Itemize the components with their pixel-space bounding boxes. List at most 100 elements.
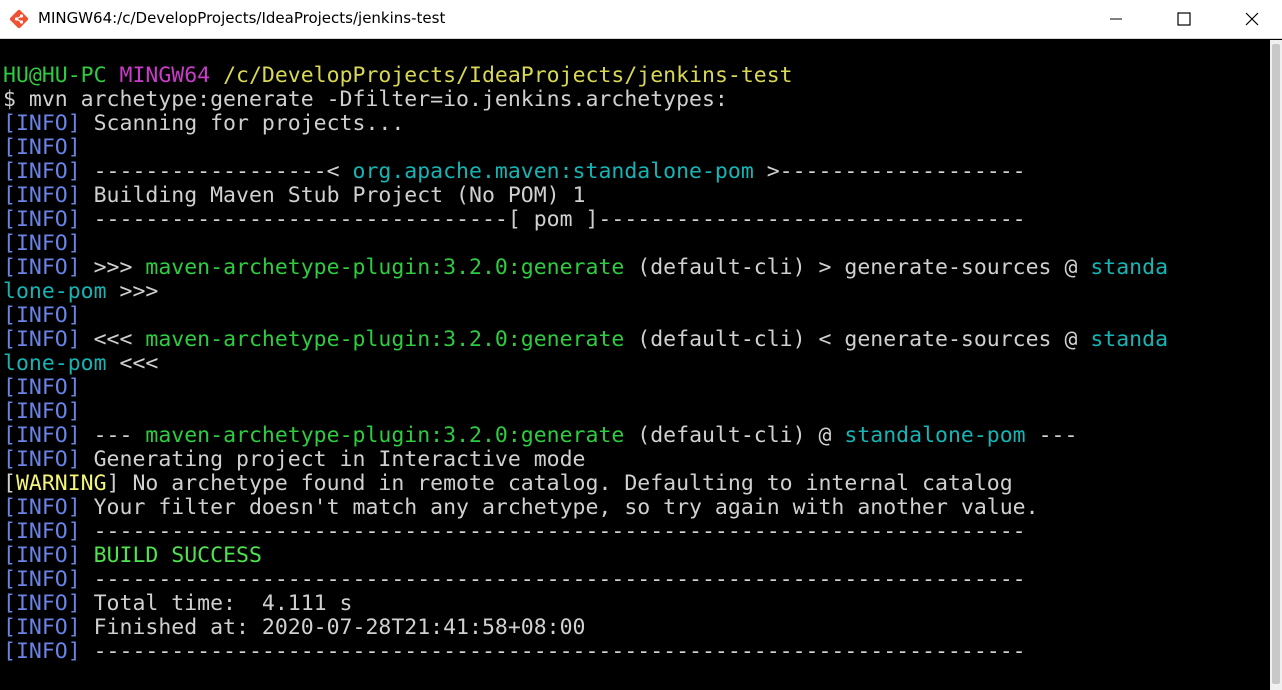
terminal-text-segment: ] No archetype found in remote catalog. … [106,471,1013,496]
terminal-text-segment: >------------------- [753,159,1026,184]
terminal-text-segment: Building Maven Stub Project (No POM) 1 [80,183,586,208]
terminal-text-segment: <<< [106,351,159,376]
terminal-line: lone-pom <<< [3,352,1168,376]
terminal-line: [INFO] [3,136,1168,160]
terminal-lines: HU@HU-PC MINGW64 /c/DevelopProjects/Idea… [3,64,1168,664]
vertical-scrollbar[interactable] [1270,40,1282,690]
terminal-text-segment: /c/DevelopProjects/IdeaProjects/jenkins-… [223,63,793,88]
terminal-text-segment: [INFO] [3,591,81,616]
close-icon [1245,12,1259,26]
terminal-text-segment: [INFO] [3,159,81,184]
terminal-text-segment: maven-archetype-plugin:3.2.0:generate [145,327,625,352]
minimize-button[interactable] [1091,0,1141,38]
terminal-text-segment: [INFO] [3,111,81,136]
terminal-text-segment: [INFO] [3,135,81,160]
terminal-line: [INFO] ---------------------------------… [3,520,1168,544]
terminal-text-segment: standa [1090,327,1169,352]
close-button[interactable] [1227,0,1277,38]
terminal-line: [WARNING] No archetype found in remote c… [3,472,1168,496]
terminal-line: [INFO] >>> maven-archetype-plugin:3.2.0:… [3,256,1168,280]
terminal-text-segment: Finished at: 2020-07-28T21:41:58+08:00 [80,615,586,640]
terminal-text-segment: <<< [80,327,146,352]
terminal-text-segment: [INFO] [3,519,81,544]
terminal-line: lone-pom >>> [3,280,1168,304]
terminal-text-segment: ----------------------------------------… [80,519,1026,544]
git-bash-icon [9,9,29,29]
terminal-text-segment: Your filter doesn't match any archetype,… [80,495,1039,520]
terminal-text-segment: (default-cli) < generate-sources @ [624,327,1091,352]
terminal-text-segment: standalone-pom [844,423,1026,448]
terminal-text-segment: [INFO] [3,423,81,448]
terminal-line: [INFO] Scanning for projects... [3,112,1168,136]
title-bar[interactable]: MINGW64:/c/DevelopProjects/IdeaProjects/… [0,0,1282,39]
terminal-text-segment: [INFO] [3,375,81,400]
terminal-line: [INFO] [3,232,1168,256]
terminal-text-segment: $ mvn archetype:generate -Dfilter=io.jen… [3,87,728,112]
terminal-text-segment: [INFO] [3,447,81,472]
terminal-text-segment: Generating project in Interactive mode [80,447,586,472]
terminal-text-segment: [INFO] [3,543,81,568]
terminal-text-segment: [ [3,471,16,496]
terminal-text-segment: ------------------< [80,159,353,184]
terminal-text-segment: --- [80,423,146,448]
terminal-text-segment: standa [1090,255,1169,280]
terminal-text-segment: [INFO] [3,567,81,592]
terminal-line: [INFO] [3,376,1168,400]
maximize-icon [1177,12,1191,26]
terminal-text-segment: >>> [80,255,146,280]
scrollbar-thumb[interactable] [1272,44,1280,684]
terminal-text-segment: [INFO] [3,615,81,640]
terminal-text-segment: BUILD SUCCESS [93,543,262,568]
minimize-icon [1110,13,1122,25]
terminal-line: [INFO] ---------------------------------… [3,640,1168,664]
terminal-line: HU@HU-PC MINGW64 /c/DevelopProjects/Idea… [3,64,1168,88]
terminal-text-segment: (default-cli) @ [624,423,845,448]
terminal-line: [INFO] <<< maven-archetype-plugin:3.2.0:… [3,328,1168,352]
terminal-line: $ mvn archetype:generate -Dfilter=io.jen… [3,88,1168,112]
terminal-output[interactable]: HU@HU-PC MINGW64 /c/DevelopProjects/Idea… [0,40,1270,690]
terminal-text-segment: org.apache.maven:standalone-pom [352,159,754,184]
terminal-text-segment: ----------------------------------------… [80,567,1026,592]
terminal-text-segment: maven-archetype-plugin:3.2.0:generate [145,423,625,448]
terminal-text-segment: [INFO] [3,207,81,232]
terminal-text-segment: [INFO] [3,231,81,256]
terminal-text-segment: [INFO] [3,399,81,424]
terminal-text-segment: WARNING [15,471,107,496]
terminal-text-segment: MINGW64 [119,63,211,88]
terminal-line: [INFO] Total time: 4.111 s [3,592,1168,616]
terminal-line: [INFO] Your filter doesn't match any arc… [3,496,1168,520]
terminal-text-segment: ----------------------------------------… [80,639,1026,664]
terminal-line: [INFO] --- maven-archetype-plugin:3.2.0:… [3,424,1168,448]
terminal-text-segment: (default-cli) > generate-sources @ [624,255,1091,280]
terminal-line: [INFO] ---------------------------------… [3,568,1168,592]
terminal-line: [INFO] BUILD SUCCESS [3,544,1168,568]
terminal-text-segment: [INFO] [3,303,81,328]
terminal-text-segment: [INFO] [3,255,81,280]
terminal-text-segment: [INFO] [3,639,81,664]
terminal-text-segment: maven-archetype-plugin:3.2.0:generate [145,255,625,280]
terminal-text-segment: HU@HU-PC [3,63,107,88]
terminal-text-segment: lone-pom [3,351,107,376]
window-title: MINGW64:/c/DevelopProjects/IdeaProjects/… [38,9,446,27]
terminal-text-segment: [INFO] [3,495,81,520]
terminal-text-segment: [INFO] [3,183,81,208]
terminal-text-segment: --- [1025,423,1078,448]
terminal-text-segment: >>> [106,279,159,304]
terminal-window: MINGW64:/c/DevelopProjects/IdeaProjects/… [0,0,1282,690]
terminal-text-segment: --------------------------------[ pom ]-… [80,207,1026,232]
terminal-line: [INFO] Building Maven Stub Project (No P… [3,184,1168,208]
terminal-line: [INFO] ------------------< org.apache.ma… [3,160,1168,184]
terminal-text-segment: [INFO] [3,327,81,352]
terminal-text-segment: lone-pom [3,279,107,304]
terminal-line: [INFO] [3,400,1168,424]
terminal-line: [INFO] Generating project in Interactive… [3,448,1168,472]
terminal-line: [INFO] --------------------------------[… [3,208,1168,232]
maximize-button[interactable] [1159,0,1209,38]
terminal-text-segment: Scanning for projects... [80,111,405,136]
terminal-line: [INFO] [3,304,1168,328]
terminal-line: [INFO] Finished at: 2020-07-28T21:41:58+… [3,616,1168,640]
terminal-text-segment: Total time: 4.111 s [80,591,353,616]
